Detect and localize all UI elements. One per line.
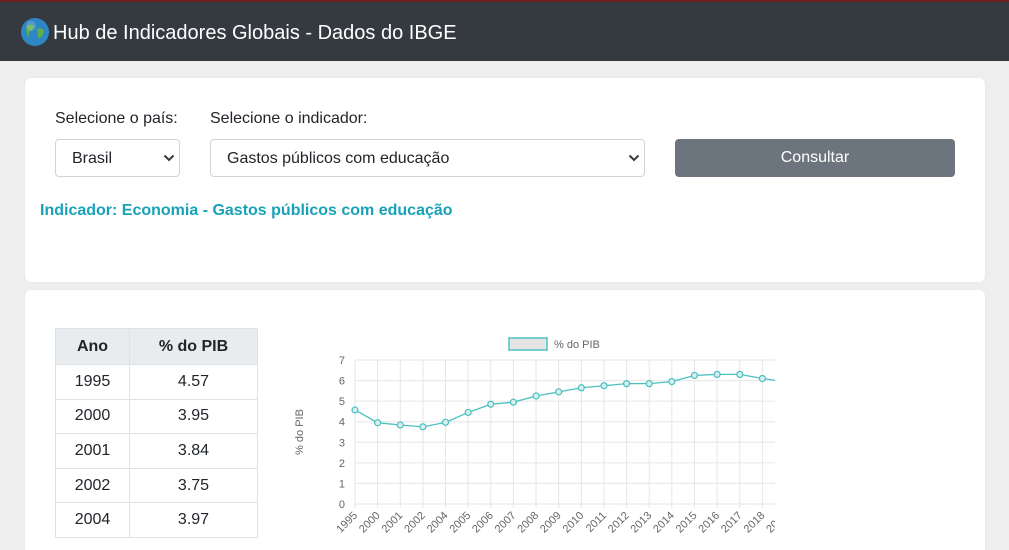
x-tick-label: 2000 <box>357 510 383 536</box>
table-row: 2004 3.97 <box>55 502 258 538</box>
country-select-value: Brasil <box>72 150 113 167</box>
x-tick-label: 2013 <box>629 510 655 536</box>
x-tick-label: 2012 <box>606 510 632 536</box>
line-chart: % do PIB 01234567 1995200020012002200420… <box>294 337 775 536</box>
data-point <box>555 388 563 396</box>
chart-x-ticks: 1995200020012002200420052006200720082009… <box>334 510 775 536</box>
y-tick-label: 2 <box>339 458 345 470</box>
table-row: 2000 3.95 <box>55 398 258 435</box>
legend-label: % do PIB <box>554 339 600 351</box>
x-tick-label: 2005 <box>447 510 473 536</box>
y-tick-label: 7 <box>339 355 345 367</box>
table-row: 2001 3.84 <box>55 433 258 469</box>
chart-y-axis-label: % do PIB <box>294 409 306 455</box>
chevron-down-icon <box>628 154 640 162</box>
country-select[interactable]: Brasil <box>55 139 180 177</box>
data-point <box>758 374 766 383</box>
x-tick-label: 2011 <box>584 510 609 535</box>
data-point <box>464 408 472 417</box>
chevron-down-icon <box>163 154 175 162</box>
x-tick-label: 2007 <box>493 510 519 536</box>
table-cell-value: 3.84 <box>129 433 258 469</box>
table-cell-value: 3.75 <box>129 467 258 504</box>
x-tick-label: 2014 <box>651 510 677 536</box>
data-point <box>622 380 631 388</box>
data-point <box>577 384 585 392</box>
globe-icon <box>21 18 49 46</box>
results-card: Ano % do PIB 1995 4.57 2000 3.95 2001 3.84 … <box>25 290 985 550</box>
chart-y-ticks: 0 1 2 3 4 5 6 7 <box>339 355 345 511</box>
indicator-select[interactable]: Gastos públicos com educação <box>210 139 645 177</box>
data-point <box>351 406 359 414</box>
table-cell-value: 3.97 <box>129 502 258 538</box>
table-cell-value: 4.57 <box>129 364 258 400</box>
chart-grid <box>354 359 775 508</box>
table-header-value: % do PIB <box>129 328 258 365</box>
table-cell-year: 2001 <box>55 433 130 469</box>
x-tick-label: 2010 <box>561 510 587 536</box>
x-tick-label: 2017 <box>719 510 745 536</box>
y-tick-label: 6 <box>339 376 345 388</box>
consultar-button[interactable]: Consultar <box>675 139 955 177</box>
app-title: Hub de Indicadores Globais - Dados do IB… <box>53 22 457 44</box>
navbar: Hub de Indicadores Globais - Dados do IB… <box>0 2 1009 61</box>
data-point <box>532 392 540 400</box>
data-point <box>396 421 404 429</box>
data-point <box>668 377 676 386</box>
x-tick-label: 2016 <box>696 510 722 536</box>
x-tick-label: 2015 <box>674 510 700 536</box>
data-point <box>441 418 450 426</box>
data-point <box>645 380 653 388</box>
data-point <box>419 423 427 431</box>
legend-swatch <box>508 337 548 351</box>
table-header-year: Ano <box>55 328 130 365</box>
data-point <box>600 382 608 390</box>
data-point <box>736 370 744 379</box>
data-point <box>374 419 382 427</box>
table-row: 2002 3.75 <box>55 467 258 504</box>
table-cell-value: 3.95 <box>129 398 258 435</box>
indicator-label: Selecione o indicador: <box>210 110 368 127</box>
query-card: Selecione o país: Brasil Selecione o ind… <box>25 78 985 282</box>
x-tick-label: 2006 <box>470 510 496 536</box>
y-tick-label: 1 <box>339 478 345 490</box>
x-tick-label: 2008 <box>515 510 541 536</box>
indicator-select-value: Gastos públicos com educação <box>227 150 450 167</box>
x-tick-label: 2004 <box>425 510 451 536</box>
x-tick-label: 2002 <box>402 510 428 536</box>
data-point <box>509 398 518 406</box>
series-line <box>354 373 775 428</box>
y-tick-label: 3 <box>339 437 345 449</box>
table-row: 1995 4.57 <box>55 364 258 400</box>
data-table: Ano % do PIB 1995 4.57 2000 3.95 2001 3.84 … <box>55 328 258 538</box>
x-tick-label: 2009 <box>538 510 564 536</box>
data-point <box>487 400 495 408</box>
x-tick-label: 2018 <box>742 510 768 536</box>
table-cell-year: 2004 <box>55 502 130 538</box>
indicator-title: Indicador: Economia - Gastos públicos co… <box>40 202 453 219</box>
data-point <box>690 371 699 380</box>
x-tick-label: 2001 <box>380 510 406 536</box>
x-tick-label: 2019 <box>764 510 775 536</box>
table-cell-year: 2000 <box>55 398 130 435</box>
country-label: Selecione o país: <box>55 110 178 127</box>
x-tick-label: 1995 <box>334 510 360 536</box>
data-point <box>713 370 721 379</box>
table-cell-year: 2002 <box>55 467 130 504</box>
table-cell-year: 1995 <box>55 364 130 400</box>
chart-legend: % do PIB <box>508 337 600 351</box>
y-tick-label: 0 <box>339 499 345 511</box>
y-tick-label: 5 <box>339 396 345 408</box>
y-tick-label: 4 <box>339 417 345 429</box>
